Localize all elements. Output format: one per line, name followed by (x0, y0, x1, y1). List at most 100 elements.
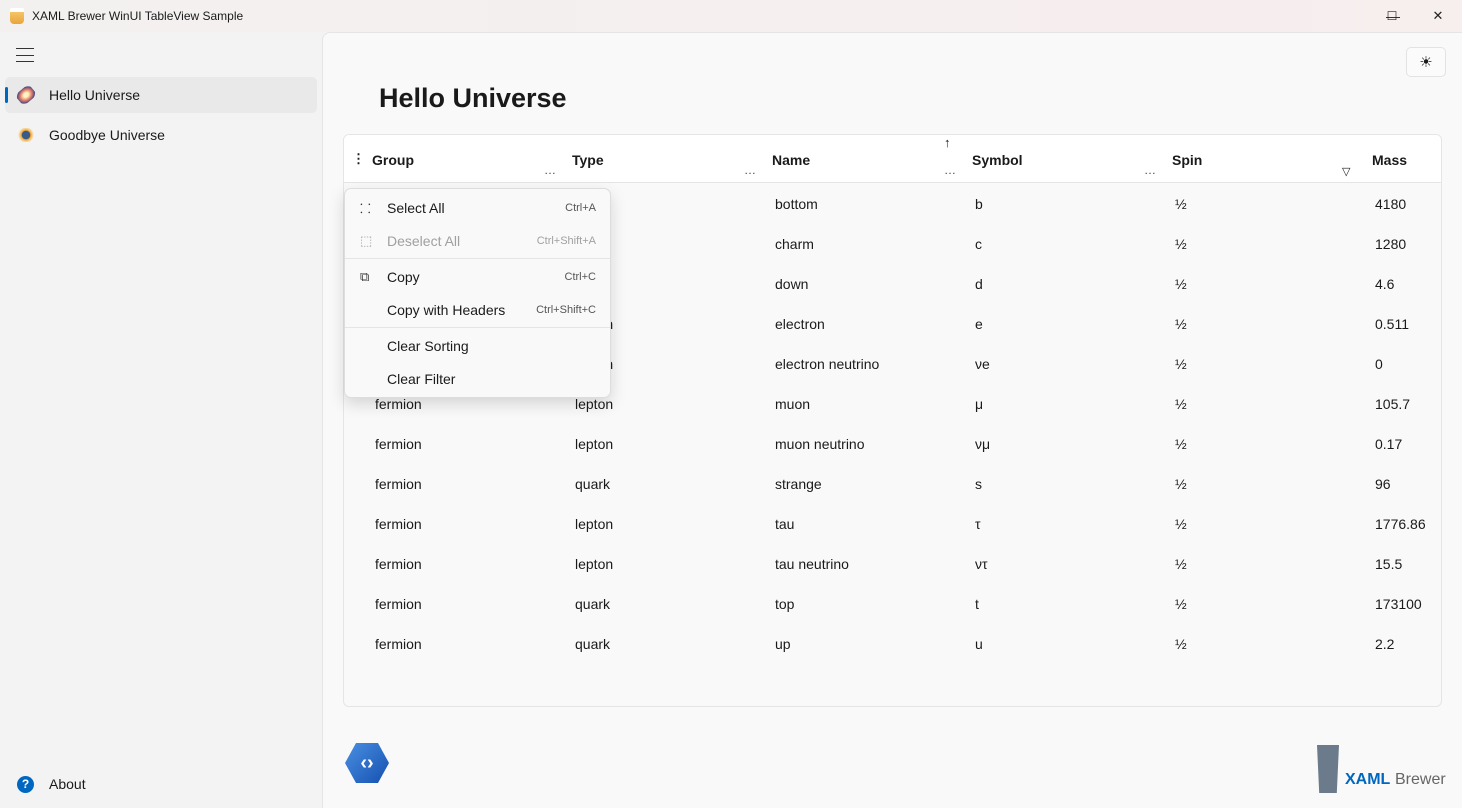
menu-item-select-all[interactable]: ⸬ Select All Ctrl+A (345, 191, 610, 224)
cell-name[interactable]: tau (775, 516, 794, 532)
cell-name[interactable]: strange (775, 476, 822, 492)
menu-item-clear-filter[interactable]: Clear Filter (345, 362, 610, 395)
cell-spin[interactable]: ½ (1175, 276, 1187, 292)
cell-spin[interactable]: ½ (1175, 236, 1187, 252)
cell-name[interactable]: down (775, 276, 808, 292)
cell-symbol[interactable]: t (975, 596, 979, 612)
cell-symbol[interactable]: c (975, 236, 982, 252)
cell-spin[interactable]: ½ (1175, 196, 1187, 212)
cell-type[interactable]: lepton (575, 396, 613, 412)
cell-group[interactable]: fermion (375, 636, 422, 652)
column-options-icon[interactable]: … (544, 163, 556, 177)
column-header-group[interactable]: Group (372, 152, 414, 168)
cell-name[interactable]: electron neutrino (775, 356, 879, 372)
menu-item-deselect-all[interactable]: ⬚ Deselect All Ctrl+Shift+A (345, 224, 610, 257)
selection-indicator (5, 87, 8, 103)
cell-mass[interactable]: 0.17 (1375, 436, 1402, 452)
cell-spin[interactable]: ½ (1175, 596, 1187, 612)
cell-type[interactable]: quark (575, 476, 610, 492)
cell-symbol[interactable]: s (975, 476, 982, 492)
menu-item-clear-sorting[interactable]: Clear Sorting (345, 329, 610, 362)
sidebar-item-hello-universe[interactable]: Hello Universe (5, 77, 317, 113)
table-row[interactable]: fermion quark strange s ½ 96 (344, 464, 1441, 504)
cell-name[interactable]: bottom (775, 196, 818, 212)
column-options-icon[interactable]: … (744, 163, 756, 177)
cell-symbol[interactable]: ντ (975, 556, 988, 572)
galaxy-icon (14, 83, 38, 107)
table-row[interactable]: fermion lepton tau neutrino ντ ½ 15.5 (344, 544, 1441, 584)
cell-group[interactable]: fermion (375, 476, 422, 492)
theme-toggle-button[interactable]: ☀ (1406, 47, 1446, 77)
cell-mass[interactable]: 96 (1375, 476, 1391, 492)
cell-spin[interactable]: ½ (1175, 516, 1187, 532)
cell-spin[interactable]: ½ (1175, 436, 1187, 452)
menu-item-copy-with-headers[interactable]: Copy with Headers Ctrl+Shift+C (345, 293, 610, 326)
cell-mass[interactable]: 173100 (1375, 596, 1422, 612)
filter-icon[interactable]: ▽ (1342, 165, 1350, 178)
close-button[interactable]: ✕ (1415, 0, 1461, 32)
cell-type[interactable]: lepton (575, 436, 613, 452)
help-icon: ? (17, 775, 34, 793)
cell-name[interactable]: top (775, 596, 794, 612)
cell-mass[interactable]: 1776.86 (1375, 516, 1426, 532)
cell-symbol[interactable]: μ (975, 396, 983, 412)
table-context-menu: ⸬ Select All Ctrl+A ⬚ Deselect All Ctrl+Shif… (344, 188, 611, 398)
table-options-icon[interactable]: ⋮ (352, 151, 365, 167)
cell-group[interactable]: fermion (375, 396, 422, 412)
cell-name[interactable]: charm (775, 236, 814, 252)
maximize-button[interactable]: ☐ (1369, 0, 1415, 32)
table-row[interactable]: fermion quark top t ½ 173100 (344, 584, 1441, 624)
column-header-mass[interactable]: Mass (1372, 152, 1407, 168)
cell-mass[interactable]: 4.6 (1375, 276, 1394, 292)
minimize-button-alt[interactable] (1323, 0, 1369, 32)
cell-symbol[interactable]: τ (975, 516, 981, 532)
column-options-icon[interactable]: … (944, 163, 956, 177)
cell-spin[interactable]: ½ (1175, 476, 1187, 492)
cell-mass[interactable]: 0 (1375, 356, 1383, 372)
cell-spin[interactable]: ½ (1175, 556, 1187, 572)
column-header-name[interactable]: Name (772, 152, 810, 168)
column-header-spin[interactable]: Spin (1172, 152, 1202, 168)
cell-symbol[interactable]: νμ (975, 436, 990, 452)
hamburger-menu-icon[interactable] (16, 48, 34, 62)
menu-item-copy[interactable]: ⧉ Copy Ctrl+C (345, 260, 610, 293)
cell-symbol[interactable]: e (975, 316, 983, 332)
xaml-brewer-logo: XAML Brewer (1317, 745, 1447, 795)
cell-type[interactable]: lepton (575, 556, 613, 572)
cell-group[interactable]: fermion (375, 516, 422, 532)
cell-type[interactable]: quark (575, 596, 610, 612)
cell-group[interactable]: fermion (375, 436, 422, 452)
cell-mass[interactable]: 4180 (1375, 196, 1406, 212)
sidebar-item-goodbye-universe[interactable]: Goodbye Universe (5, 117, 317, 153)
table-row[interactable]: fermion lepton muon neutrino νμ ½ 0.17 (344, 424, 1441, 464)
cell-spin[interactable]: ½ (1175, 396, 1187, 412)
cell-symbol[interactable]: u (975, 636, 983, 652)
cell-symbol[interactable]: b (975, 196, 983, 212)
column-header-symbol[interactable]: Symbol (972, 152, 1023, 168)
cell-spin[interactable]: ½ (1175, 316, 1187, 332)
cell-group[interactable]: fermion (375, 556, 422, 572)
content-pane: ☀ Hello Universe ⋮ Group … Type … ↑ Name… (322, 32, 1462, 808)
cell-symbol[interactable]: νe (975, 356, 990, 372)
column-header-type[interactable]: Type (572, 152, 604, 168)
cell-name[interactable]: tau neutrino (775, 556, 849, 572)
cell-name[interactable]: electron (775, 316, 825, 332)
cell-mass[interactable]: 2.2 (1375, 636, 1394, 652)
cell-type[interactable]: quark (575, 636, 610, 652)
cell-group[interactable]: fermion (375, 596, 422, 612)
cell-symbol[interactable]: d (975, 276, 983, 292)
cell-type[interactable]: lepton (575, 516, 613, 532)
column-options-icon[interactable]: … (1144, 163, 1156, 177)
table-row[interactable]: fermion lepton tau τ ½ 1776.86 (344, 504, 1441, 544)
cell-name[interactable]: up (775, 636, 791, 652)
table-row[interactable]: fermion quark up u ½ 2.2 (344, 624, 1441, 664)
cell-mass[interactable]: 105.7 (1375, 396, 1410, 412)
cell-mass[interactable]: 1280 (1375, 236, 1406, 252)
cell-name[interactable]: muon neutrino (775, 436, 865, 452)
sidebar-item-about[interactable]: ? About (5, 766, 317, 802)
cell-name[interactable]: muon (775, 396, 810, 412)
cell-spin[interactable]: ½ (1175, 636, 1187, 652)
cell-mass[interactable]: 15.5 (1375, 556, 1402, 572)
cell-mass[interactable]: 0.511 (1375, 316, 1409, 332)
cell-spin[interactable]: ½ (1175, 356, 1187, 372)
